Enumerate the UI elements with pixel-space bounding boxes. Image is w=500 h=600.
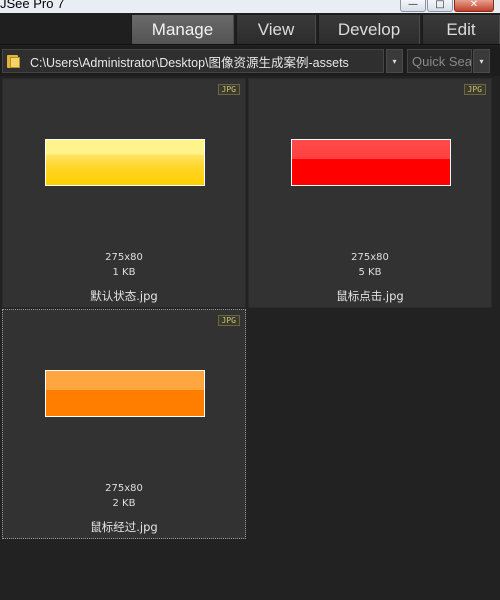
tab-edit[interactable]: Edit — [422, 15, 500, 44]
image-preview — [291, 139, 451, 186]
window-title: JSee Pro 7 — [0, 0, 65, 11]
file-size: 5 KB — [358, 267, 382, 278]
image-preview — [45, 370, 205, 417]
file-size: 2 KB — [112, 498, 136, 509]
image-dimensions: 275x80 — [105, 483, 143, 494]
tab-develop[interactable]: Develop — [318, 15, 420, 44]
tab-view[interactable]: View — [236, 15, 316, 44]
thumbnail-item[interactable]: JPG 275x80 1 KB 默认状态.jpg — [2, 78, 246, 308]
minimize-button[interactable]: — — [400, 0, 426, 12]
image-dimensions: 275x80 — [351, 252, 389, 263]
path-text: C:\Users\Administrator\Desktop\图像资源生成案例-… — [30, 55, 349, 70]
image-preview — [45, 139, 205, 186]
file-type-badge: JPG — [217, 84, 240, 95]
path-field[interactable]: C:\Users\Administrator\Desktop\图像资源生成案例-… — [2, 49, 384, 73]
chevron-down-icon: ▾ — [392, 56, 397, 66]
image-dimensions: 275x80 — [105, 252, 143, 263]
file-name: 鼠标经过.jpg — [90, 520, 158, 534]
close-button[interactable]: ✕ — [454, 0, 494, 12]
quick-search-input[interactable] — [407, 49, 472, 73]
file-name: 鼠标点击.jpg — [336, 289, 404, 303]
file-name: 默认状态.jpg — [90, 289, 158, 303]
tab-manage[interactable]: Manage — [131, 15, 234, 44]
path-dropdown-button[interactable]: ▾ — [386, 49, 403, 73]
maximize-button[interactable]: □ — [427, 0, 453, 12]
thumbnail-item-selected[interactable]: JPG 275x80 2 KB 鼠标经过.jpg — [2, 309, 246, 539]
mode-bar: Manage View Develop Edit — [0, 13, 500, 45]
search-dropdown-button[interactable]: ▾ — [473, 49, 490, 73]
folder-icon — [7, 54, 23, 68]
thumbnail-item[interactable]: JPG 275x80 5 KB 鼠标点击.jpg — [248, 78, 492, 308]
window-titlebar: JSee Pro 7 — □ ✕ — [0, 0, 500, 13]
file-size: 1 KB — [112, 267, 136, 278]
path-bar: C:\Users\Administrator\Desktop\图像资源生成案例-… — [0, 46, 500, 76]
file-type-badge: JPG — [463, 84, 486, 95]
chevron-down-icon: ▾ — [479, 56, 484, 66]
file-type-badge: JPG — [217, 315, 240, 326]
